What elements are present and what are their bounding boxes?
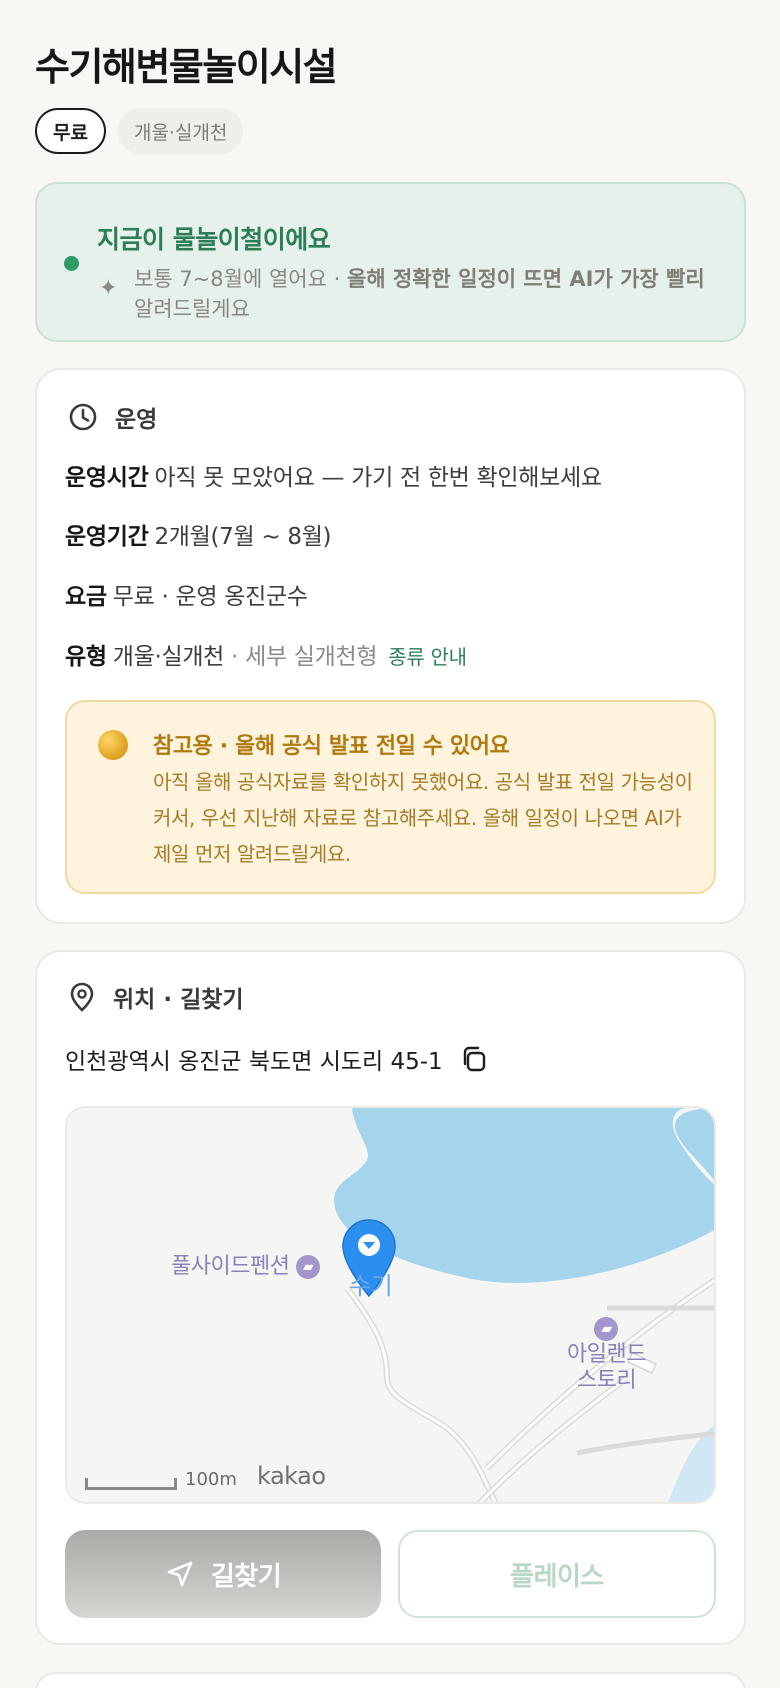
operation-title: 운영	[115, 407, 158, 433]
operation-card: 운영 운영시간 아직 못 모았어요 — 가기 전 한번 확인해보세요 운영기간 2개…	[35, 368, 746, 924]
fee-value: 무료 · 운영 옹진군수	[112, 584, 308, 610]
directions-button[interactable]: 길찾기	[65, 1530, 381, 1618]
page-title: 수기해변물놀이시설	[35, 45, 338, 89]
location-card: 위치 · 길찾기 인천광역시 옹진군 북도면 시도리 45-1 풀사이드펜션 ▰…	[35, 950, 746, 1645]
fee-key: 요금	[65, 584, 107, 610]
copy-icon[interactable]	[459, 1044, 489, 1074]
scale-bar	[85, 1478, 177, 1490]
address-text: 인천광역시 옹진군 북도면 시도리 45-1	[65, 1049, 443, 1075]
map-view[interactable]: 풀사이드펜션 ▰ 수기 ▰ 아일랜드 스토리 100m kakao	[65, 1106, 716, 1504]
bed-icon: ▰	[594, 1317, 619, 1341]
address-row: 인천광역시 옹진군 북도면 시도리 45-1	[65, 1042, 489, 1076]
hours-key: 운영시간	[65, 465, 149, 491]
sparkle-icon: ✦	[99, 276, 118, 301]
row-fee: 요금 무료 · 운영 옹진군수	[65, 577, 308, 611]
location-pin-icon	[70, 982, 94, 1012]
type-value: 개울·실개천	[112, 644, 225, 670]
season-description: 보통 7~8월에 열어요 · 올해 정확한 일정이 뜨면 AI가 가장 빨리알려…	[134, 264, 724, 324]
chip-free[interactable]: 무료	[35, 108, 106, 154]
period-value: 2개월(7월 ~ 8월)	[154, 524, 332, 550]
map-poi-pension[interactable]: 풀사이드펜션 ▰	[171, 1248, 320, 1280]
type-detail: · 세부 실개천형	[224, 644, 378, 670]
map-brand-logo: kakao	[257, 1462, 326, 1490]
operation-header: 운영	[67, 400, 157, 434]
hours-value: 아직 못 모았어요 — 가기 전 한번 확인해보세요	[154, 465, 602, 491]
map-scale: 100m	[85, 1469, 237, 1490]
poi-island-line2: 스토리	[576, 1368, 637, 1393]
next-card-peek	[35, 1672, 746, 1688]
clock-icon	[69, 403, 97, 431]
season-headline: 지금이 물놀이철이에요	[97, 225, 331, 254]
moon-icon	[98, 730, 128, 760]
navigation-arrow-icon	[167, 1561, 193, 1587]
chip-type[interactable]: 개울·실개천	[117, 108, 244, 154]
bed-icon: ▰	[295, 1255, 320, 1279]
map-poi-island[interactable]: ▰ 아일랜드 스토리	[567, 1316, 646, 1394]
tag-chips: 무료 개울·실개천	[35, 108, 244, 154]
location-header: 위치 · 길찾기	[67, 980, 244, 1014]
period-key: 운영기간	[65, 524, 149, 550]
row-type: 유형 개울·실개천 · 세부 실개천형 종류 안내	[65, 637, 467, 671]
map-poi-beach[interactable]: 수기	[349, 1266, 393, 1301]
reference-notice: 참고용 · 올해 공식 발표 전일 수 있어요 아직 올해 공식자료를 확인하지…	[65, 700, 716, 894]
type-key: 유형	[65, 644, 107, 670]
notice-body: 아직 올해 공식자료를 확인하지 못했어요. 공식 발표 전일 가능성이 커서,…	[153, 770, 693, 866]
location-title: 위치 · 길찾기	[113, 987, 244, 1013]
poi-pension-label: 풀사이드펜션	[171, 1254, 290, 1279]
place-detail-page: 수기해변물놀이시설 무료 개울·실개천 지금이 물놀이철이에요 ✦ 보통 7~8…	[0, 0, 780, 1688]
row-hours: 운영시간 아직 못 모았어요 — 가기 전 한번 확인해보세요	[65, 458, 602, 492]
map-canvas	[67, 1108, 714, 1502]
status-dot-icon	[64, 256, 79, 271]
poi-island-line1: 아일랜드	[567, 1342, 646, 1367]
notice-title: 참고용 · 올해 공식 발표 전일 수 있어요	[153, 734, 510, 759]
place-button[interactable]: 플레이스	[398, 1530, 716, 1618]
scale-label: 100m	[185, 1469, 237, 1490]
season-banner: 지금이 물놀이철이에요 ✦ 보통 7~8월에 열어요 · 올해 정확한 일정이 …	[35, 182, 746, 342]
type-guide-link[interactable]: 종류 안내	[388, 645, 467, 669]
row-period: 운영기간 2개월(7월 ~ 8월)	[65, 517, 332, 551]
directions-label: 길찾기	[210, 1561, 282, 1592]
season-desc-plain: 보통 7~8월에 열어요 ·	[134, 267, 347, 291]
season-desc-bold: 올해 정확한 일정이 뜨면 AI가 가장 빨리	[346, 267, 705, 291]
season-desc-tail: 알려드릴게요	[134, 297, 250, 321]
